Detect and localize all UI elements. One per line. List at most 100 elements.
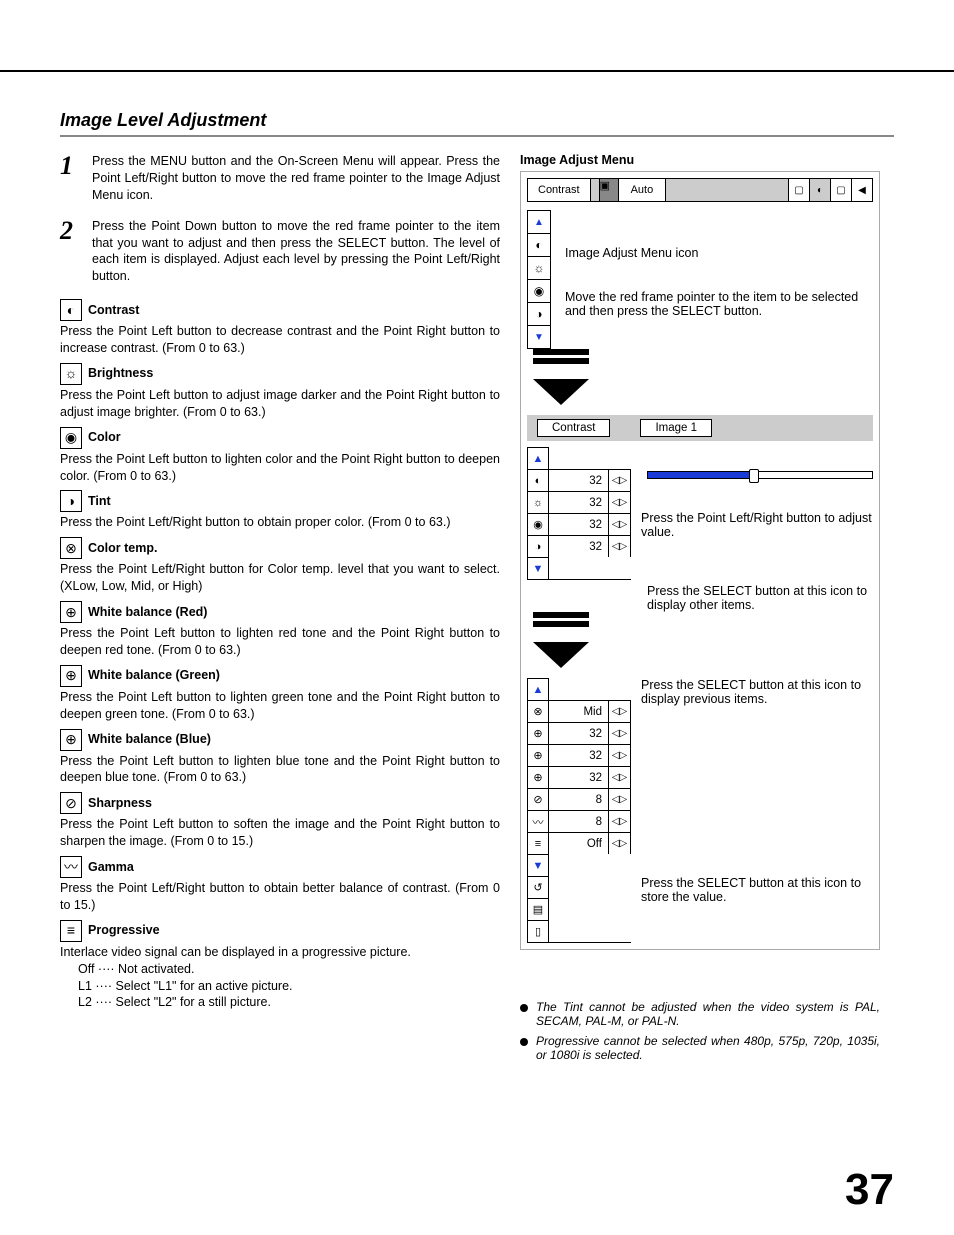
section-title: Image Level Adjustment [60, 110, 894, 131]
big-arrow-icon [533, 379, 589, 405]
store-icon: ▤ [527, 898, 549, 920]
gamma-icon: 〰 [527, 810, 549, 832]
slider [647, 469, 873, 481]
figure-title: Image Adjust Menu [520, 153, 880, 167]
adj-title: Contrast [88, 302, 139, 319]
wb-blue-icon: ⊕ [527, 766, 549, 788]
value-cell: 32 [549, 744, 609, 766]
progressive-icon: ≡ [527, 832, 549, 854]
annotation: Press the Point Left/Right button to adj… [641, 511, 873, 539]
up-arrow-icon: ▲ [527, 447, 549, 469]
big-arrow-icon [533, 642, 589, 668]
sharpness-icon: ⊘ [527, 788, 549, 810]
left-right-icon: ◁▷ [609, 766, 631, 788]
tint-icon: ◑ [527, 535, 549, 557]
value-cell: 32 [549, 491, 609, 513]
adj-title: Brightness [88, 365, 153, 382]
adj-title: Gamma [88, 859, 134, 876]
menubar-source-icon: ▣ [600, 179, 619, 201]
adj-title: White balance (Blue) [88, 731, 211, 748]
tint-icon: ◑ [528, 303, 550, 326]
up-arrow-icon: ▲ [527, 678, 549, 700]
value-cell: 8 [549, 810, 609, 832]
step-number: 2 [60, 218, 80, 286]
colortemp-icon: ⊗ [527, 700, 549, 722]
annotation: Press the SELECT button at this icon to … [641, 876, 873, 904]
adj-desc: Press the Point Left button to decrease … [60, 323, 500, 357]
adj-desc: Interlace video signal can be displayed … [60, 944, 500, 961]
left-right-icon: ◁▷ [609, 744, 631, 766]
color-icon: ◉ [527, 513, 549, 535]
left-right-icon: ◁▷ [609, 788, 631, 810]
bullet-icon [520, 1038, 528, 1046]
left-right-icon: ◁▷ [609, 722, 631, 744]
annotation: Image Adjust Menu icon [565, 246, 873, 260]
adj-title: White balance (Green) [88, 667, 220, 684]
adj-title: Sharpness [88, 795, 152, 812]
annotation: Press the SELECT button at this icon to … [647, 584, 873, 612]
left-right-icon: ◁▷ [609, 491, 631, 513]
menubar-icon: ▢ [788, 179, 809, 201]
adj-desc: Press the Point Left button to lighten b… [60, 753, 500, 787]
adj-desc: Press the Point Left button to lighten c… [60, 451, 500, 485]
reset-icon: ↺ [527, 876, 549, 898]
value-list-2: ▲ ⊗Mid◁▷ ⊕32◁▷ ⊕32◁▷ ⊕32◁▷ ⊘8◁▷ 〰8◁▷ ≡Of… [527, 678, 631, 943]
adj-title: Progressive [88, 922, 160, 939]
note: Progressive cannot be selected when 480p… [520, 1034, 880, 1062]
submenu-label-left: Contrast [537, 419, 610, 437]
progressive-icon: ≡ [60, 920, 82, 942]
brightness-icon: ☼ [60, 363, 82, 385]
sharpness-icon: ⊘ [60, 792, 82, 814]
adj-desc: Press the Point Left/Right button to obt… [60, 514, 500, 531]
bullet-icon [520, 1004, 528, 1012]
page-number: 37 [845, 1165, 894, 1215]
menubar-label: Contrast [528, 179, 591, 201]
wb-green-icon: ⊕ [527, 744, 549, 766]
down-arrow-icon: ▼ [527, 854, 549, 876]
progressive-option: L2 ···· Select "L2" for a still picture. [78, 994, 500, 1011]
icon-column-1: ▲ ◐ ☼ ◉ ◑ ▼ [527, 210, 551, 349]
menubar: Contrast ▣ Auto ▢ ◐ ▢ ◀ [527, 178, 873, 202]
value-cell: Off [549, 832, 609, 854]
value-cell: 8 [549, 788, 609, 810]
annotation: Press the SELECT button at this icon to … [641, 678, 873, 706]
down-arrow-icon: ▼ [528, 326, 550, 348]
brightness-icon: ☼ [528, 257, 550, 280]
adj-desc: Press the Point Left/Right button to obt… [60, 880, 500, 914]
note: The Tint cannot be adjusted when the vid… [520, 1000, 880, 1028]
adj-desc: Press the Point Left button to soften th… [60, 816, 500, 850]
tint-icon: ◑ [60, 490, 82, 512]
color-icon: ◉ [528, 280, 550, 303]
value-cell: 32 [549, 535, 609, 557]
menubar-icon: ▢ [830, 179, 851, 201]
contrast-icon: ◐ [60, 299, 82, 321]
wb-red-icon: ⊕ [60, 601, 82, 623]
adj-title: Tint [88, 493, 111, 510]
gamma-icon: 〰 [60, 856, 82, 878]
left-right-icon: ◁▷ [609, 700, 631, 722]
step-1: 1 Press the MENU button and the On-Scree… [60, 153, 500, 204]
wb-blue-icon: ⊕ [60, 729, 82, 751]
adj-desc: Press the Point Left button to adjust im… [60, 387, 500, 421]
value-cell: 32 [549, 722, 609, 744]
adj-desc: Press the Point Left/Right button for Co… [60, 561, 500, 595]
adj-title: Color [88, 429, 121, 446]
submenu-label-right: Image 1 [640, 419, 712, 437]
adj-title: White balance (Red) [88, 604, 207, 621]
step-text: Press the Point Down button to move the … [92, 218, 500, 286]
adj-desc: Press the Point Left button to lighten r… [60, 625, 500, 659]
brightness-icon: ☼ [527, 491, 549, 513]
progressive-option: L1 ···· Select "L1" for an active pictur… [78, 978, 500, 995]
up-arrow-icon: ▲ [528, 211, 550, 234]
value-cell: Mid [549, 700, 609, 722]
left-right-icon: ◁▷ [609, 832, 631, 854]
step-2: 2 Press the Point Down button to move th… [60, 218, 500, 286]
wb-red-icon: ⊕ [527, 722, 549, 744]
left-right-icon: ◁▷ [609, 469, 631, 491]
step-number: 1 [60, 153, 80, 204]
down-arrow-icon: ▼ [527, 557, 549, 579]
value-list-1: ▲ ◐ 32 ◁▷ ☼ 32 ◁▷ ◉ 32 [527, 447, 631, 580]
value-cell: 32 [549, 513, 609, 535]
contrast-icon: ◐ [528, 234, 550, 257]
wb-green-icon: ⊕ [60, 665, 82, 687]
